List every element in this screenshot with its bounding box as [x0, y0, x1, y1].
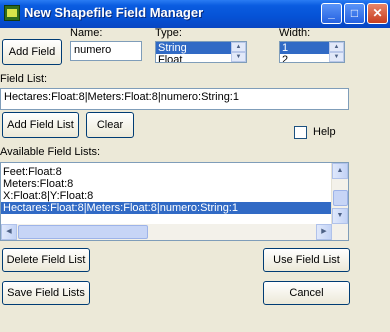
available-item-selected[interactable]: Hectares:Float:8|Meters:Float:8|numero:S… — [1, 202, 331, 214]
help-checkbox[interactable] — [294, 126, 307, 139]
available-item[interactable]: X:Float:8|Y:Float:8 — [1, 190, 331, 202]
name-field[interactable] — [70, 41, 142, 61]
type-label: Type: — [155, 27, 182, 39]
minimize-button[interactable]: _ — [321, 3, 342, 24]
title-bar[interactable]: New Shapefile Field Manager _ □ ✕ — [0, 0, 390, 28]
scroll-left-icon[interactable]: ◀ — [1, 224, 17, 240]
horizontal-scroll-thumb[interactable] — [18, 225, 148, 239]
use-field-list-button[interactable]: Use Field List — [263, 248, 350, 272]
add-field-list-button[interactable]: Add Field List — [2, 112, 79, 138]
add-field-button[interactable]: Add Field — [2, 39, 62, 65]
available-listbox[interactable]: Feet:Float:8 Meters:Float:8 X:Float:8|Y:… — [0, 162, 349, 241]
horizontal-scrollbar[interactable]: ◀ ▶ — [1, 224, 348, 240]
scroll-down-icon[interactable]: ▼ — [332, 208, 348, 224]
available-label: Available Field Lists: — [0, 146, 101, 158]
name-input[interactable] — [71, 42, 141, 58]
width-scroll-down-icon[interactable]: ▼ — [329, 52, 344, 62]
vertical-scroll-thumb[interactable] — [333, 190, 348, 206]
width-scroll-up-icon[interactable]: ▲ — [329, 42, 344, 52]
width-label: Width: — [279, 27, 311, 39]
vertical-scrollbar[interactable]: ▲ ▼ — [331, 163, 348, 224]
maximize-button[interactable]: □ — [344, 3, 365, 24]
save-field-lists-button[interactable]: Save Field Lists — [2, 281, 90, 305]
name-label: Name: — [70, 27, 103, 39]
help-label[interactable]: Help — [313, 126, 336, 138]
field-list-field[interactable] — [0, 88, 349, 110]
type-listbox[interactable]: String Float ▲ ▼ — [155, 41, 247, 63]
field-list-input[interactable] — [1, 89, 348, 105]
width-listbox[interactable]: 1 2 ▲ ▼ — [279, 41, 345, 63]
type-scroll-down-icon[interactable]: ▼ — [231, 52, 246, 62]
field-list-label: Field List: — [0, 73, 48, 85]
close-button[interactable]: ✕ — [367, 3, 388, 24]
app-icon — [4, 5, 20, 21]
window-title: New Shapefile Field Manager — [24, 5, 204, 20]
available-item[interactable]: Meters:Float:8 — [1, 178, 331, 190]
clear-button[interactable]: Clear — [86, 112, 134, 138]
delete-field-list-button[interactable]: Delete Field List — [2, 248, 90, 272]
scroll-right-icon[interactable]: ▶ — [316, 224, 332, 240]
available-item[interactable]: Feet:Float:8 — [1, 166, 331, 178]
cancel-button[interactable]: Cancel — [263, 281, 350, 305]
type-scroll-up-icon[interactable]: ▲ — [231, 42, 246, 52]
scroll-up-icon[interactable]: ▲ — [332, 163, 348, 179]
